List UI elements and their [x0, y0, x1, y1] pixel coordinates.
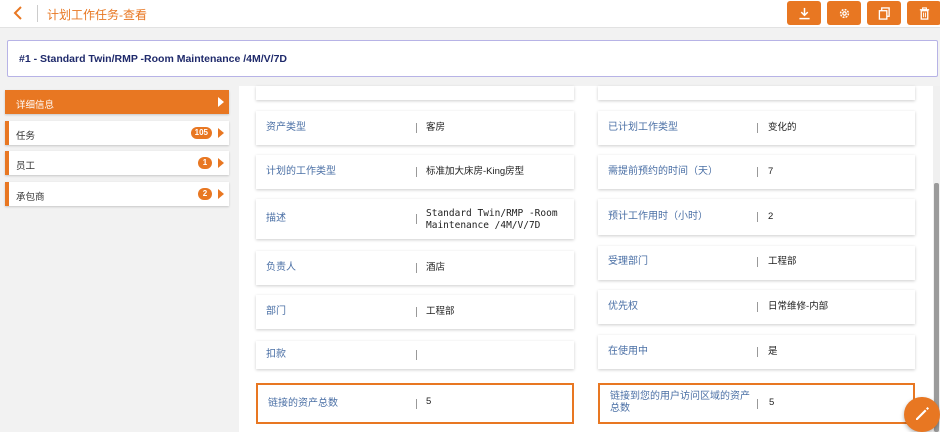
field-value: 5 — [769, 397, 775, 408]
scrollbar-thumb[interactable] — [934, 183, 939, 432]
field-card-partial — [256, 86, 574, 100]
field-est-hours: 预计工作用时（小时） 2 — [598, 199, 915, 235]
field-value: 标准加大床房-King房型 — [426, 166, 525, 177]
field-label: 需提前预约的时间（天） — [608, 166, 718, 177]
chevron-right-icon — [218, 97, 224, 107]
record-header: #1 - Standard Twin/RMP -Room Maintenance… — [7, 40, 938, 77]
field-card-partial — [598, 86, 915, 100]
divider — [37, 5, 38, 22]
page-title: 计划工作任务-查看 — [47, 8, 147, 22]
field-label: 部门 — [266, 306, 286, 317]
sidebar-item-tasks[interactable]: 任务 105 — [5, 121, 229, 145]
field-owner: 负责人 酒店 — [256, 251, 574, 285]
field-value: 工程部 — [768, 256, 797, 267]
chevron-right-icon — [218, 189, 224, 199]
field-advance-days: 需提前预约的时间（天） 7 — [598, 155, 915, 189]
field-value: 酒店 — [426, 262, 446, 273]
field-in-use: 在使用中 是 — [598, 335, 915, 369]
field-linked-assets-total: 链接的资产总数 5 — [256, 383, 574, 424]
field-value: 2 — [768, 211, 774, 222]
field-value: 日常维修-内部 — [768, 301, 829, 312]
field-department: 部门 工程部 — [256, 295, 574, 329]
count-badge: 2 — [198, 188, 212, 200]
sidebar-item-staff[interactable]: 员工 1 — [5, 151, 229, 175]
sidebar-item-details[interactable]: 详细信息 — [5, 90, 229, 114]
field-linked-assets-user-area: 链接到您的用户访问区域的资产总数 5 — [598, 383, 915, 424]
field-value: Standard Twin/RMP -Room Maintenance /4M/… — [426, 208, 558, 231]
back-button[interactable] — [10, 4, 28, 22]
top-bar: 计划工作任务-查看 — [0, 0, 940, 28]
field-value: 客房 — [426, 122, 446, 133]
field-label: 扣款 — [266, 349, 286, 360]
sidebar-item-label: 承包商 — [16, 192, 45, 203]
field-value: 工程部 — [426, 306, 455, 317]
field-priority: 优先权 日常维修-内部 — [598, 290, 915, 324]
sidebar-item-label: 员工 — [16, 161, 36, 172]
copy-button[interactable] — [867, 1, 901, 25]
field-label: 受理部门 — [608, 256, 648, 267]
settings-button[interactable] — [827, 1, 861, 25]
field-label: 链接到您的用户访问区域的资产总数 — [610, 391, 750, 414]
field-planned-work-type: 已计划工作类型 变化的 — [598, 111, 915, 145]
record-title: #1 - Standard Twin/RMP -Room Maintenance… — [19, 53, 287, 65]
chevron-right-icon — [218, 128, 224, 138]
field-deduction: 扣款 — [256, 341, 574, 369]
field-label: 计划的工作类型 — [266, 166, 336, 177]
delete-button[interactable] — [907, 1, 940, 25]
field-label: 链接的资产总数 — [268, 398, 338, 409]
field-label: 资产类型 — [266, 122, 306, 133]
sidebar-item-label: 任务 — [16, 131, 36, 142]
field-label: 预计工作用时（小时） — [608, 211, 708, 222]
field-value: 变化的 — [768, 122, 797, 133]
edit-button[interactable] — [904, 397, 940, 432]
field-label: 优先权 — [608, 301, 638, 312]
trash-icon — [919, 6, 929, 20]
field-handling-dept: 受理部门 工程部 — [598, 246, 915, 280]
count-badge: 1 — [198, 157, 212, 169]
field-label: 在使用中 — [608, 346, 648, 357]
sidebar-item-contractors[interactable]: 承包商 2 — [5, 182, 229, 206]
field-description: 描述 Standard Twin/RMP -Room Maintenance /… — [256, 199, 574, 239]
chevron-left-icon — [13, 6, 22, 20]
field-value: 7 — [768, 166, 774, 177]
edit-pencil-icon — [916, 407, 929, 420]
copy-icon — [878, 6, 890, 20]
chevron-right-icon — [218, 158, 224, 168]
field-asset-type: 资产类型 客房 — [256, 111, 574, 145]
download-icon — [798, 7, 810, 19]
field-label: 已计划工作类型 — [608, 122, 678, 133]
field-value: 5 — [426, 396, 432, 407]
sidebar-item-label: 详细信息 — [16, 100, 55, 111]
download-button[interactable] — [787, 1, 821, 25]
field-label: 描述 — [266, 213, 286, 224]
gear-icon — [839, 8, 849, 18]
field-planned-task-type: 计划的工作类型 标准加大床房-King房型 — [256, 155, 574, 189]
field-label: 负责人 — [266, 262, 296, 273]
count-badge: 105 — [190, 127, 212, 139]
field-value: 是 — [768, 346, 778, 357]
